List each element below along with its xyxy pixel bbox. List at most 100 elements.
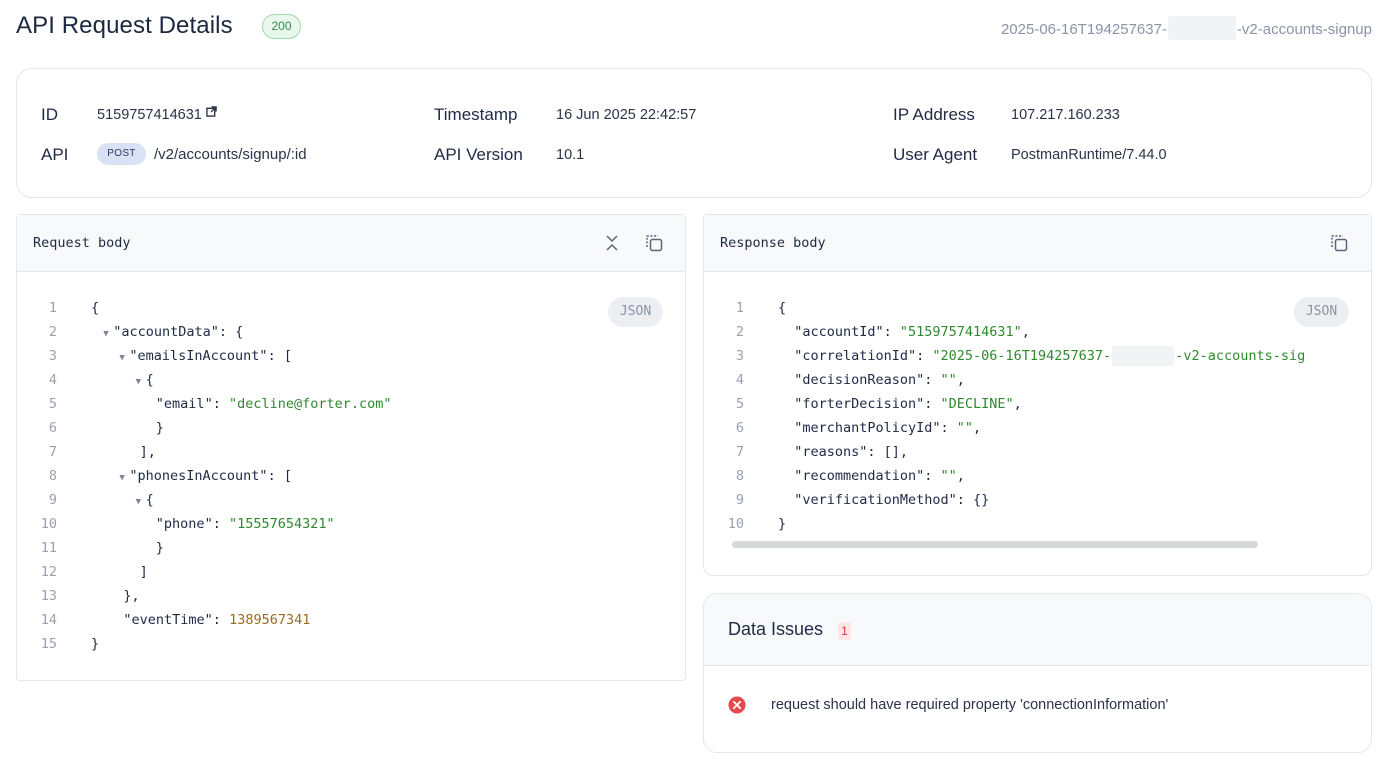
error-circle-icon [728, 696, 746, 719]
line-content: ▼{ [91, 368, 154, 394]
line-number: 8 [48, 468, 57, 484]
json-punct: { [91, 300, 100, 316]
json-key: "verificationMethod" [794, 492, 957, 508]
line-content: { [778, 296, 786, 320]
json-punct: { [145, 372, 154, 388]
line-content: "accountId": "5159757414631", [794, 324, 1030, 340]
expand-toggle-icon[interactable]: ▼ [136, 490, 146, 514]
line-number: 6 [735, 420, 744, 436]
response-body-title: Response body [720, 235, 826, 251]
line-number: 1 [735, 300, 744, 316]
json-format-badge: JSON [608, 297, 663, 327]
line-content: ] [91, 560, 148, 584]
json-punct: } [155, 420, 164, 436]
expand-toggle-icon[interactable]: ▼ [119, 466, 129, 490]
status-badge: 200 [262, 14, 301, 39]
expand-toggle-icon[interactable]: ▼ [119, 346, 129, 370]
id-text[interactable]: 5159757414631 [97, 107, 202, 123]
line-number: 5 [48, 396, 57, 412]
response-code-viewer[interactable]: 1{2 "accountId": "5159757414631", 3 "correl… [704, 296, 1304, 546]
line-number: 15 [40, 636, 57, 652]
line-content: ▼ "accountData": { [91, 320, 243, 346]
api-label: API [41, 145, 69, 164]
line-content: ], [91, 440, 156, 464]
line-content: ▼{ [91, 488, 154, 514]
json-value: "15557654321" [228, 516, 335, 532]
line-content: "recommendation": "", [794, 468, 965, 484]
json-value: "DECLINE" [940, 396, 1014, 412]
line-number: 13 [40, 588, 57, 604]
line-content: "merchantPolicyId": "", [794, 420, 982, 436]
code-line: 8 "recommendation": "", [704, 464, 1304, 488]
json-punct: : { [218, 324, 244, 340]
line-number: 2 [48, 324, 57, 340]
json-key: "reasons" [794, 444, 868, 460]
request-body-header: Request body [17, 215, 685, 272]
json-punct: { [778, 300, 787, 316]
json-punct: , [899, 444, 909, 460]
json-key: "eventTime" [123, 612, 213, 628]
json-value: {} [973, 492, 990, 508]
line-number: 3 [735, 348, 744, 364]
code-line: 10} [704, 512, 1304, 536]
response-body-panel: Response body JSON 1{2 "accountId": "5159… [703, 214, 1372, 576]
code-line: 6 "merchantPolicyId": "", [704, 416, 1304, 440]
line-content: } [91, 416, 164, 440]
api-path: /v2/accounts/signup/:id [154, 146, 307, 163]
code-line: 1{ [704, 296, 1304, 320]
json-punct: { [145, 492, 154, 508]
line-number: 6 [48, 420, 57, 436]
line-content: } [91, 536, 164, 560]
horizontal-scrollbar[interactable] [732, 541, 1258, 548]
line-number: 11 [40, 540, 57, 556]
json-key: "phone" [155, 516, 213, 532]
code-line: 3 "correlationId": "2025-06-16T194257637-… [704, 344, 1304, 368]
line-content: ▼ "phonesInAccount": [ [91, 464, 292, 490]
user-agent-label: User Agent [893, 145, 978, 164]
timestamp-label: Timestamp [434, 105, 518, 124]
redacted-block [1167, 16, 1236, 40]
copy-icon[interactable] [1328, 232, 1350, 254]
page-title: API Request Details [16, 12, 233, 39]
line-number: 7 [48, 444, 57, 460]
json-key: "merchantPolicyId" [794, 420, 941, 436]
json-key: "decisionReason" [794, 372, 925, 388]
json-key: "emailsInAccount" [129, 348, 268, 364]
copy-icon[interactable] [643, 232, 665, 254]
line-number: 4 [48, 372, 57, 388]
json-punct: } [155, 540, 164, 556]
data-issues-title: Data Issues [728, 619, 824, 639]
json-value: 1389567341 [229, 612, 311, 628]
code-line: 7 "reasons": [], [704, 440, 1304, 464]
api-version-value: 10.1 [556, 147, 585, 163]
json-punct: ] [139, 564, 148, 580]
expand-toggle-icon[interactable]: ▼ [103, 322, 113, 346]
correlation-prefix: 2025-06-16T194257637- [1000, 20, 1167, 38]
json-key: "phonesInAccount" [129, 468, 268, 484]
json-value: "2025-06-16T194257637- [932, 348, 1112, 364]
json-key: "email" [155, 396, 213, 412]
json-key: "recommendation" [794, 468, 925, 484]
json-punct: , [956, 468, 965, 484]
expand-toggle-icon[interactable]: ▼ [136, 370, 146, 394]
json-key: "forterDecision" [794, 396, 925, 412]
line-number: 9 [48, 492, 57, 508]
line-number: 10 [727, 516, 744, 532]
json-value: "" [956, 420, 974, 436]
line-number: 14 [40, 612, 57, 628]
line-content: "reasons": [], [794, 444, 909, 460]
id-value[interactable]: 5159757414631 [97, 105, 217, 123]
json-punct: , [956, 372, 965, 388]
line-content: ▼ "emailsInAccount": [ [91, 344, 292, 370]
collapse-icon[interactable] [601, 232, 623, 254]
issue-text: request should have required property 'c… [771, 697, 1169, 713]
line-number: 1 [48, 300, 57, 316]
line-content: }, [91, 584, 139, 608]
line-number: 12 [40, 564, 57, 580]
ip-address-value: 107.217.160.233 [1011, 107, 1120, 123]
timestamp-value: 16 Jun 2025 22:42:57 [556, 107, 697, 123]
line-content: "eventTime": 1389567341 [123, 612, 311, 628]
external-link-icon[interactable] [206, 105, 217, 121]
line-number: 2 [735, 324, 744, 340]
line-number: 5 [735, 396, 744, 412]
